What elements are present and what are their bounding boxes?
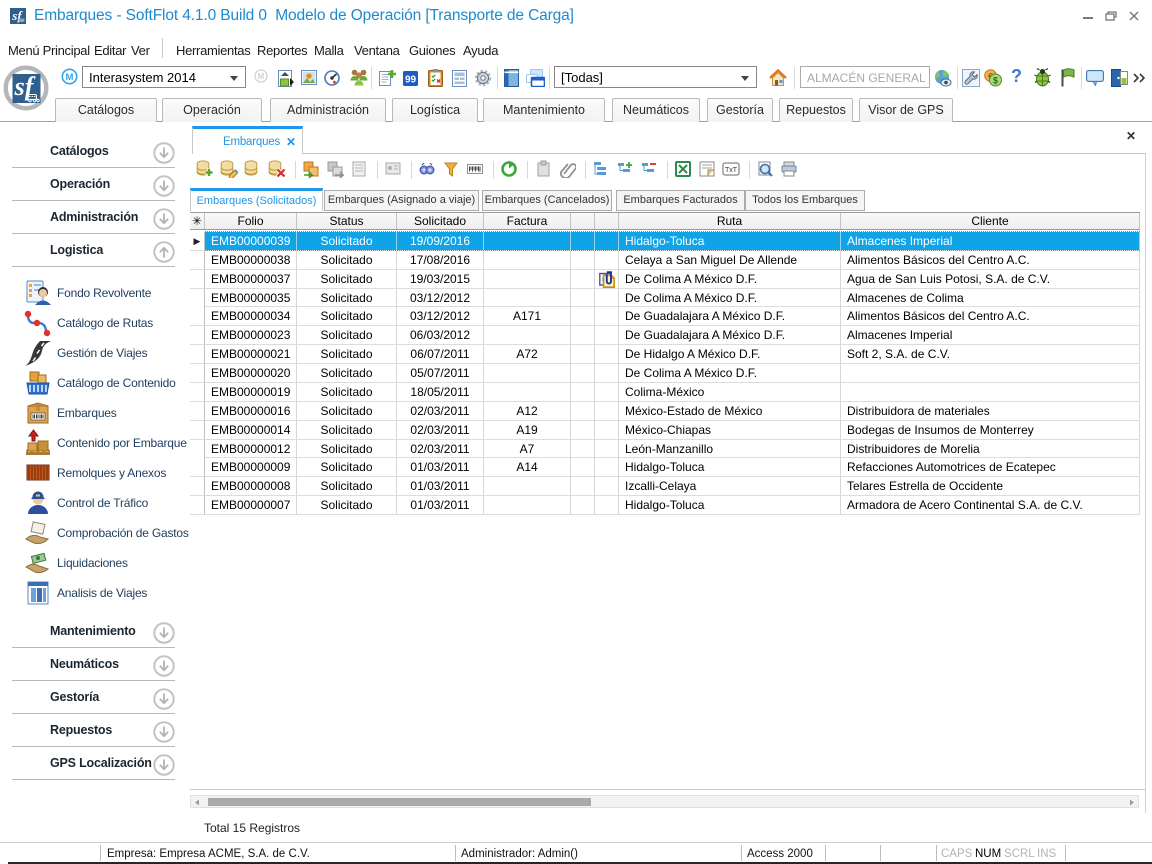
svg-text:M: M xyxy=(258,72,265,81)
svg-text:M: M xyxy=(66,72,74,83)
svg-text:99: 99 xyxy=(405,75,417,86)
svg-text:TxT: TxT xyxy=(725,167,738,174)
svg-text:$: $ xyxy=(993,76,998,86)
